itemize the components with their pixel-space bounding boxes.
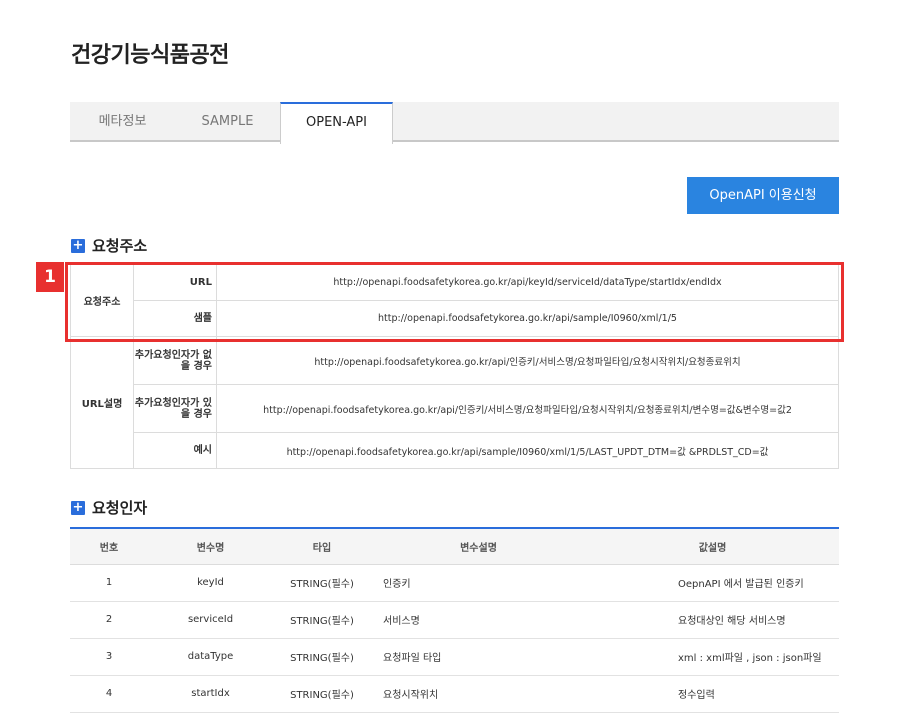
cell: 요청시작위치 [371, 675, 586, 713]
cell: 2 [70, 601, 148, 639]
cell: 요청파일 타입 [371, 638, 586, 676]
row-label: 추가요청인자가 있을 경우 [133, 384, 217, 433]
marker-badge: 1 [36, 262, 64, 292]
cell: 요청대상인 해당 서비스명 [586, 601, 839, 639]
table-row: 2 serviceId STRING(필수) 서비스명 요청대상인 해당 서비스… [70, 601, 839, 639]
plus-icon: + [71, 237, 85, 253]
request-params-heading-text: 요청인자 [92, 499, 148, 517]
table-row: 3 dataType STRING(필수) 요청파일 타입 xml : xml파… [70, 638, 839, 676]
column-header: 타입 [273, 528, 371, 565]
cell: xml : xml파일 , json : json파일 [586, 638, 839, 676]
cell: startIdx [148, 675, 273, 713]
row-value: http://openapi.foodsafetykorea.go.kr/api… [216, 336, 839, 385]
cell: STRING(필수) [273, 601, 371, 639]
row-value: http://openapi.foodsafetykorea.go.kr/api… [216, 384, 839, 433]
table-row: 추가요청인자가 있을 경우 http://openapi.foodsafetyk… [71, 384, 839, 433]
cell: STRING(필수) [273, 638, 371, 676]
cell: 인증키 [371, 564, 586, 602]
row-value: http://openapi.foodsafetykorea.go.kr/api… [216, 432, 839, 469]
tab-open-api[interactable]: OPEN-API [280, 102, 393, 144]
cell: OepnAPI 에서 발급된 인증키 [586, 564, 839, 602]
cell: keyId [148, 564, 273, 602]
cell: 4 [70, 675, 148, 713]
request-params-heading: + 요청인자 [71, 497, 147, 518]
table-row: 4 startIdx STRING(필수) 요청시작위치 정수입력 [70, 675, 839, 713]
cell: 1 [70, 564, 148, 602]
cell: 정수입력 [586, 675, 839, 713]
highlight-box [65, 262, 844, 342]
column-header: 변수명 [148, 528, 273, 565]
table-row: URL설명 추가요청인자가 없을 경우 http://openapi.foods… [70, 336, 839, 469]
column-header: 번호 [70, 528, 148, 565]
cell: serviceId [148, 601, 273, 639]
request-url-heading: + 요청주소 [71, 235, 147, 256]
table-row: 1 keyId STRING(필수) 인증키 OepnAPI 에서 발급된 인증… [70, 564, 839, 602]
cell: STRING(필수) [273, 675, 371, 713]
cell: dataType [148, 638, 273, 676]
column-header: 값설명 [586, 528, 839, 565]
page-title: 건강기능식품공전 [71, 43, 229, 68]
cell: 3 [70, 638, 148, 676]
cell: 서비스명 [371, 601, 586, 639]
row-label: 추가요청인자가 없을 경우 [133, 336, 217, 385]
tab-sample[interactable]: SAMPLE [175, 102, 280, 142]
table-row: 예시 http://openapi.foodsafetykorea.go.kr/… [71, 432, 839, 469]
table-header-row: 번호 변수명 타입 변수설명 값설명 [70, 528, 839, 565]
tab-meta[interactable]: 메타정보 [70, 102, 175, 142]
plus-icon: + [71, 499, 85, 515]
request-url-heading-text: 요청주소 [92, 237, 148, 255]
row-label: 예시 [133, 432, 217, 469]
cell: STRING(필수) [273, 564, 371, 602]
group-label-url-desc: URL설명 [70, 336, 134, 469]
openapi-apply-button[interactable]: OpenAPI 이용신청 [687, 177, 839, 214]
column-header: 변수설명 [371, 528, 586, 565]
tab-bar: 메타정보 SAMPLE OPEN-API [70, 102, 839, 144]
request-params-table: 번호 변수명 타입 변수설명 값설명 1 keyId STRING(필수) 인증… [70, 527, 839, 713]
